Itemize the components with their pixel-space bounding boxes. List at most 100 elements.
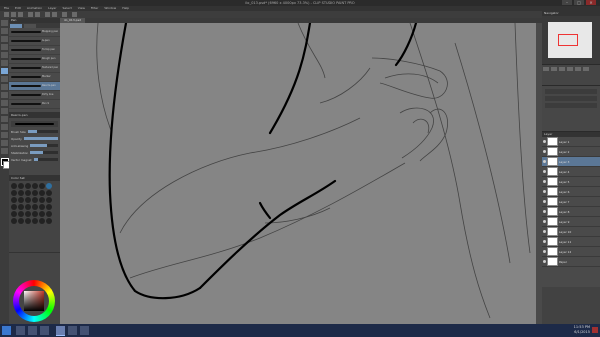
blend-mode-select[interactable] — [545, 89, 597, 94]
redo-icon[interactable] — [35, 12, 40, 17]
eye-icon[interactable] — [543, 240, 546, 243]
brush-tip[interactable] — [25, 183, 31, 189]
eye-icon[interactable] — [543, 210, 546, 213]
brush-tip[interactable] — [11, 211, 17, 217]
eye-icon[interactable] — [543, 230, 546, 233]
brush-tip[interactable] — [39, 183, 45, 189]
brush-item[interactable]: Mapping pen — [9, 28, 60, 37]
brush-tip[interactable] — [46, 190, 52, 196]
layer-row[interactable]: Layer 8 — [542, 207, 600, 217]
brush-item[interactable]: Marker — [9, 73, 60, 82]
taskbar-clock[interactable]: 11:53 PM 6/1/2015 — [574, 325, 590, 335]
brush-tip[interactable] — [32, 190, 38, 196]
layer-row[interactable]: Paper — [542, 257, 600, 267]
notification-icon[interactable] — [592, 327, 598, 333]
brush-tip[interactable] — [11, 183, 17, 189]
brush-tip[interactable] — [46, 204, 52, 210]
brush-tip[interactable] — [32, 183, 38, 189]
selection-icon[interactable] — [72, 12, 77, 17]
brush-tip[interactable] — [18, 190, 24, 196]
sub-tool-tab[interactable] — [10, 23, 22, 28]
layer-row[interactable]: Layer 1 — [542, 137, 600, 147]
layer-row[interactable]: Layer 11 — [542, 237, 600, 247]
layer-options-row[interactable] — [545, 103, 597, 108]
drawing-canvas[interactable] — [60, 23, 536, 324]
explorer-icon[interactable] — [16, 326, 25, 335]
eye-icon[interactable] — [543, 190, 546, 193]
airbrush-icon[interactable] — [1, 92, 8, 98]
hand-icon[interactable] — [1, 28, 8, 34]
brush-tip[interactable] — [32, 218, 38, 224]
rotate-icon[interactable] — [1, 36, 8, 42]
brush-icon[interactable] — [1, 84, 8, 90]
layer-row[interactable]: Layer 7 — [542, 197, 600, 207]
windows-start-icon[interactable] — [2, 326, 11, 335]
brush-tip[interactable] — [46, 197, 52, 203]
mail-icon[interactable] — [40, 326, 49, 335]
eyedropper-icon[interactable] — [1, 60, 8, 66]
undo-icon[interactable] — [28, 12, 33, 17]
fit-icon[interactable] — [559, 67, 565, 71]
brush-tip[interactable] — [18, 183, 24, 189]
zoom-out-icon[interactable] — [543, 67, 549, 71]
browser-icon[interactable] — [28, 326, 37, 335]
maximize-button[interactable]: □ — [574, 0, 584, 5]
brush-tip[interactable] — [25, 204, 31, 210]
zoom-in-icon[interactable] — [551, 67, 557, 71]
brush-tip[interactable] — [39, 197, 45, 203]
brush-tip[interactable] — [11, 218, 17, 224]
app-icon[interactable] — [80, 326, 89, 335]
layer-row-selected[interactable]: Layer 3 — [542, 157, 600, 167]
anti-aliasing-slider[interactable] — [30, 144, 58, 147]
text-icon[interactable] — [1, 148, 8, 154]
eye-icon[interactable] — [543, 220, 546, 223]
brush-item-selected[interactable]: Real G-pen — [9, 82, 60, 91]
figure-icon[interactable] — [1, 132, 8, 138]
close-button[interactable]: ✕ — [586, 0, 596, 5]
brush-tip[interactable] — [11, 204, 17, 210]
brush-tip[interactable] — [18, 204, 24, 210]
brush-tip[interactable] — [46, 218, 52, 224]
pen-icon[interactable] — [1, 68, 8, 74]
brush-item[interactable]: Textured pen — [9, 64, 60, 73]
select-icon[interactable] — [1, 52, 8, 58]
brush-tip[interactable] — [32, 204, 38, 210]
clip-studio-icon[interactable] — [56, 326, 65, 336]
brush-tip[interactable] — [32, 211, 38, 217]
blend-icon[interactable] — [1, 108, 8, 114]
save-icon[interactable] — [18, 12, 23, 17]
fill-icon[interactable] — [52, 12, 57, 17]
brush-tip[interactable] — [18, 211, 24, 217]
stabilization-slider[interactable] — [30, 151, 58, 154]
move-icon[interactable] — [1, 44, 8, 50]
brush-item[interactable]: Pen 9 — [9, 100, 60, 109]
navigator-view-frame[interactable] — [558, 34, 578, 46]
fill-icon[interactable] — [1, 116, 8, 122]
layer-row[interactable]: Layer 2 — [542, 147, 600, 157]
color-wheel[interactable] — [13, 280, 55, 322]
brush-tip[interactable] — [18, 218, 24, 224]
gradient-icon[interactable] — [1, 124, 8, 130]
clear-icon[interactable] — [45, 12, 50, 17]
brush-tip[interactable] — [39, 190, 45, 196]
eye-icon[interactable] — [543, 260, 546, 263]
flip-icon[interactable] — [583, 67, 589, 71]
ruler-icon[interactable] — [1, 140, 8, 146]
brush-item[interactable]: Turnip pen — [9, 46, 60, 55]
brush-item[interactable]: Dirty line — [9, 91, 60, 100]
zoom-icon[interactable] — [1, 20, 8, 26]
layer-row[interactable]: Layer 4 — [542, 167, 600, 177]
open-file-icon[interactable] — [11, 12, 16, 17]
brush-tip[interactable] — [25, 197, 31, 203]
layer-row[interactable]: Layer 10 — [542, 227, 600, 237]
vector-magnet-slider[interactable] — [33, 158, 58, 161]
brush-tip[interactable] — [11, 197, 17, 203]
layer-row[interactable]: Layer 5 — [542, 177, 600, 187]
app-icon[interactable] — [68, 326, 77, 335]
sub-tool-tab[interactable] — [24, 23, 36, 28]
layer-row[interactable]: Layer 6 — [542, 187, 600, 197]
brush-tip[interactable] — [39, 204, 45, 210]
opacity-slider[interactable] — [23, 137, 58, 140]
eye-icon[interactable] — [543, 160, 546, 163]
minimize-button[interactable]: – — [562, 0, 572, 5]
